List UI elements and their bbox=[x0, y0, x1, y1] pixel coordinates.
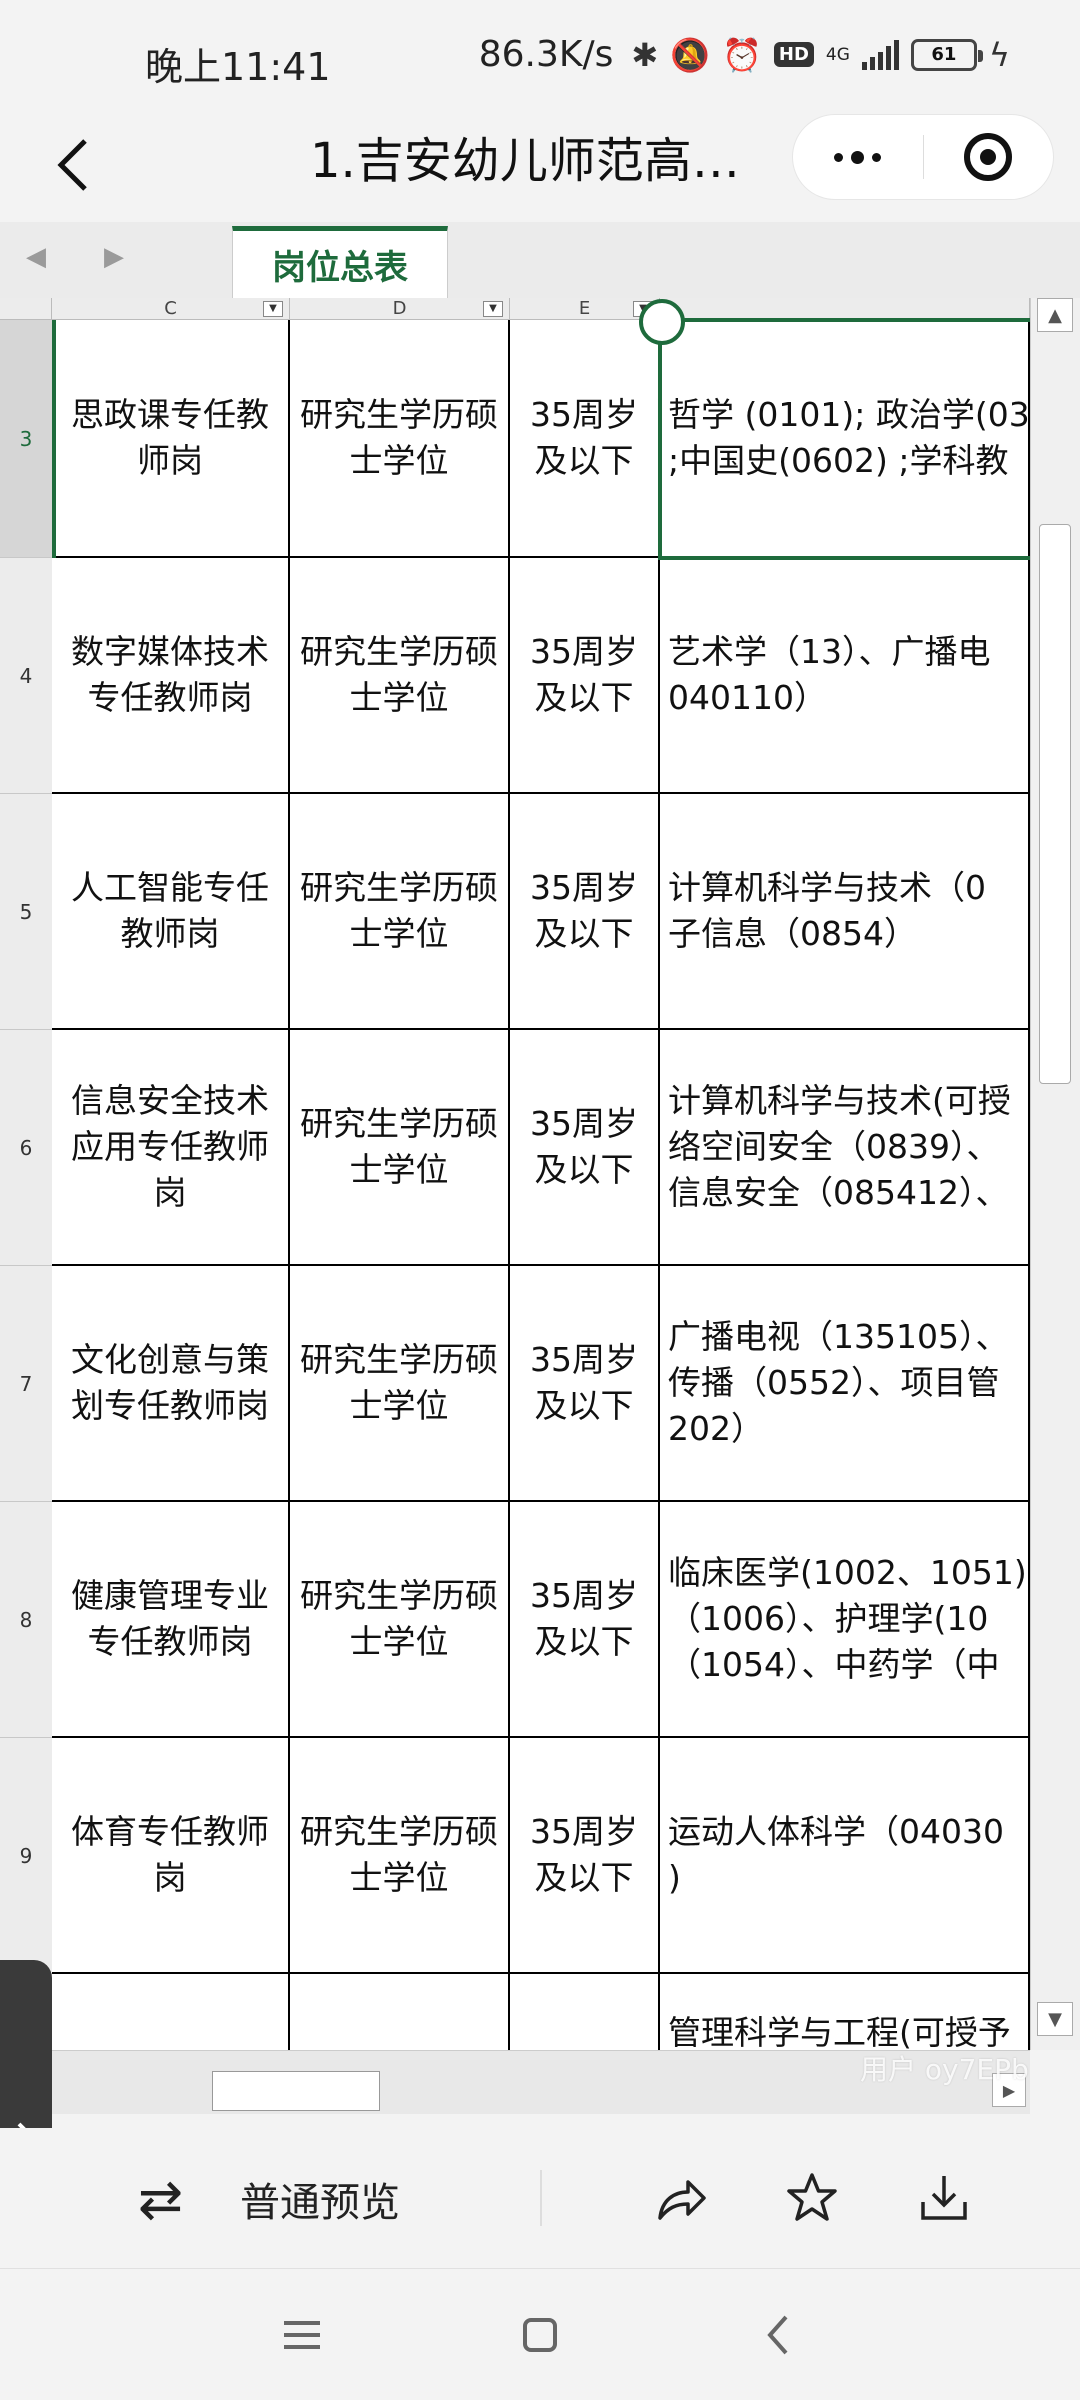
battery-level: 61 bbox=[931, 44, 957, 65]
scroll-thumb[interactable] bbox=[212, 2071, 380, 2111]
table-cell[interactable]: 研究生学历硕士学位 bbox=[290, 1738, 510, 1974]
status-icons: 86.3K/s ✱ 🔕 ⏰ HD 4G 61 ϟ bbox=[479, 34, 1010, 75]
network-speed: 86.3K/s bbox=[478, 34, 614, 75]
sheet-tab-active[interactable]: 岗位总表 bbox=[232, 226, 448, 298]
status-bar: 晚上11:41 86.3K/s ✱ 🔕 ⏰ HD 4G 61 ϟ bbox=[0, 0, 1080, 120]
mini-program-capsule bbox=[792, 114, 1054, 200]
sheet-tab-bar: ◀ ▶ 岗位总表 bbox=[0, 222, 1080, 298]
table-cell[interactable]: 信息安全技术应用专任教师岗 bbox=[52, 1030, 290, 1266]
table-cell[interactable]: 35周岁及以下 bbox=[510, 1030, 660, 1266]
table-cell[interactable]: 35周岁及以下 bbox=[510, 320, 660, 558]
column-letter: D bbox=[392, 298, 407, 319]
column-letter: E bbox=[578, 298, 591, 319]
back-nav-icon[interactable] bbox=[748, 2305, 808, 2365]
column-letter: C bbox=[164, 298, 177, 319]
row-header[interactable]: 5 bbox=[0, 794, 52, 1030]
document-title: 1.吉安幼儿师范高等专科学校2024年公开招聘 bbox=[310, 133, 770, 189]
switch-mode-icon[interactable]: ⇄ bbox=[138, 2168, 183, 2231]
column-header-f[interactable] bbox=[660, 298, 1030, 320]
table-cell[interactable]: 人工智能专任教师岗 bbox=[52, 794, 290, 1030]
alarm-icon: ⏰ bbox=[722, 35, 762, 74]
table-cell[interactable]: 数字媒体技术专任教师岗 bbox=[52, 558, 290, 794]
table-cell[interactable]: 计算机科学与技术(可授 络空间安全（0839）、 信息安全（085412）、 bbox=[660, 1030, 1030, 1266]
column-header-d[interactable]: D ▼ bbox=[290, 298, 510, 320]
table-cell[interactable]: 文化创意与策划专任教师岗 bbox=[52, 1266, 290, 1502]
table-cell[interactable]: 35周岁及以下 bbox=[510, 558, 660, 794]
vertical-scrollbar[interactable]: ▲ ▼ bbox=[1030, 298, 1080, 2050]
system-nav-bar bbox=[0, 2268, 1080, 2400]
table-cell[interactable]: 研究生学历硕士学位 bbox=[290, 320, 510, 558]
filter-dropdown-icon[interactable]: ▼ bbox=[483, 301, 503, 317]
table-cell[interactable] bbox=[52, 1974, 290, 2050]
selection-handle-icon[interactable] bbox=[639, 299, 685, 345]
download-icon[interactable] bbox=[912, 2166, 976, 2230]
table-cell[interactable]: 研究生学历硕士学位 bbox=[290, 1266, 510, 1502]
table-cell[interactable]: 35周岁及以下 bbox=[510, 794, 660, 1030]
toolbar-divider bbox=[540, 2170, 542, 2226]
star-icon[interactable] bbox=[780, 2166, 844, 2230]
table-cell[interactable]: 35周岁及以下 bbox=[510, 1738, 660, 1974]
table-cell[interactable]: 思政课专任教师岗 bbox=[52, 320, 290, 558]
column-header-c[interactable]: C ▼ bbox=[52, 298, 290, 320]
row-header[interactable]: 9 bbox=[0, 1738, 52, 1974]
table-cell[interactable]: 广播电视（135105）、 传播（0552）、项目管 202） bbox=[660, 1266, 1030, 1502]
table-cell[interactable]: 研究生学历硕士学位 bbox=[290, 1502, 510, 1738]
column-header-e[interactable]: E ▼ bbox=[510, 298, 660, 320]
filter-dropdown-icon[interactable]: ▼ bbox=[263, 301, 283, 317]
corner-header[interactable] bbox=[0, 298, 52, 320]
row-header[interactable]: 6 bbox=[0, 1030, 52, 1266]
table-cell[interactable]: 管理科学与工程(可授予 bbox=[660, 1974, 1030, 2050]
close-target-icon[interactable] bbox=[924, 114, 1054, 200]
table-cell[interactable]: 运动人体科学（04030 ) bbox=[660, 1738, 1030, 1974]
status-time: 晚上11:41 bbox=[145, 45, 331, 89]
signal-icon bbox=[861, 39, 899, 70]
table-cell[interactable]: 研究生学历硕士学位 bbox=[290, 1030, 510, 1266]
table-cell[interactable]: 艺术学（13）、广播电 040110） bbox=[660, 558, 1030, 794]
spreadsheet-grid[interactable]: C ▼ D ▼ E ▼ 3 思政课专任教师岗 研究生学历硕士学位 35周岁及以下… bbox=[0, 298, 1030, 2050]
table-cell[interactable] bbox=[510, 1974, 660, 2050]
table-cell[interactable]: 临床医学(1002、1051) （1006）、护理学(10 （1054）、中药学… bbox=[660, 1502, 1030, 1738]
tab-prev-icon[interactable]: ◀ bbox=[26, 242, 46, 272]
scroll-down-icon[interactable]: ▼ bbox=[1037, 2002, 1073, 2036]
table-cell[interactable]: 计算机科学与技术（0 子信息（0854） bbox=[660, 794, 1030, 1030]
row-header[interactable]: 8 bbox=[0, 1502, 52, 1738]
row-header[interactable]: 3 bbox=[0, 320, 52, 558]
table-cell[interactable] bbox=[290, 1974, 510, 2050]
scroll-thumb[interactable] bbox=[1039, 524, 1071, 1084]
table-cell[interactable]: 35周岁及以下 bbox=[510, 1266, 660, 1502]
watermark: 用户 oy7EPb bbox=[860, 2053, 1029, 2086]
tab-next-icon[interactable]: ▶ bbox=[104, 242, 124, 272]
table-cell[interactable]: 健康管理专业专任教师岗 bbox=[52, 1502, 290, 1738]
bottom-toolbar: ⇄ 普通预览 bbox=[0, 2128, 1080, 2268]
table-cell[interactable]: 研究生学历硕士学位 bbox=[290, 794, 510, 1030]
mute-bell-icon: 🔕 bbox=[670, 35, 711, 74]
more-icon[interactable] bbox=[793, 114, 923, 200]
bluetooth-icon: ✱ bbox=[631, 35, 659, 74]
menu-icon[interactable] bbox=[272, 2305, 332, 2365]
battery-icon: 61 bbox=[910, 38, 983, 71]
share-icon[interactable] bbox=[650, 2166, 714, 2230]
back-icon[interactable] bbox=[38, 130, 108, 200]
home-button[interactable] bbox=[510, 2305, 570, 2365]
table-cell[interactable]: 35周岁及以下 bbox=[510, 1502, 660, 1738]
network-type: 4G bbox=[825, 44, 850, 65]
row-selection-mark bbox=[52, 320, 56, 558]
charging-icon: ϟ bbox=[988, 35, 1010, 74]
scroll-up-icon[interactable]: ▲ bbox=[1037, 298, 1073, 332]
row-header[interactable]: 7 bbox=[0, 1266, 52, 1502]
table-cell[interactable]: 哲学 (0101); 政治学(03 ;中国史(0602) ;学科教 bbox=[660, 320, 1030, 558]
row-header[interactable]: 4 bbox=[0, 558, 52, 794]
home-icon bbox=[523, 2318, 557, 2352]
table-cell[interactable]: 体育专任教师岗 bbox=[52, 1738, 290, 1974]
preview-mode-label[interactable]: 普通预览 bbox=[240, 2170, 400, 2228]
table-cell[interactable]: 研究生学历硕士学位 bbox=[290, 558, 510, 794]
hd-icon: HD bbox=[773, 42, 814, 67]
nav-bar: 1.吉安幼儿师范高等专科学校2024年公开招聘 bbox=[0, 110, 1080, 220]
